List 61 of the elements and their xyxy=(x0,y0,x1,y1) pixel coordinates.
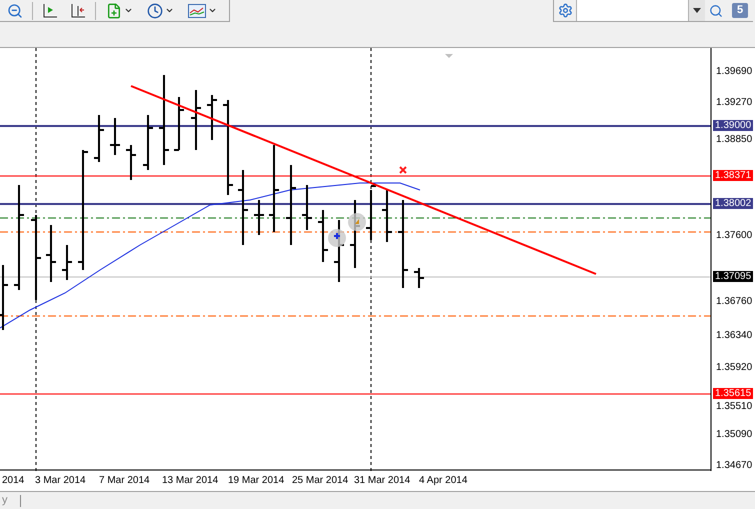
price-tick-label: 1.35090 xyxy=(716,429,752,441)
caret-icon xyxy=(165,6,174,15)
sell-marker-icon xyxy=(348,213,366,231)
price-bar xyxy=(191,90,201,150)
file-plus-icon xyxy=(106,2,122,18)
messages-button[interactable]: 5 xyxy=(727,0,753,21)
price-bar xyxy=(174,97,184,151)
price-bar xyxy=(254,200,264,235)
clock-icon xyxy=(147,2,163,18)
price-tick-label: 1.35920 xyxy=(716,362,752,374)
zoom-out-icon xyxy=(7,2,23,18)
date-label: 7 Mar 2014 xyxy=(99,475,150,487)
price-marker-label: 1.37095 xyxy=(713,271,754,282)
price-bar xyxy=(207,95,217,140)
price-bar xyxy=(143,115,153,170)
price-tick-label: 1.35510 xyxy=(716,401,752,413)
date-label: 4 Apr 2014 xyxy=(419,475,468,487)
search-icon xyxy=(709,4,723,18)
caret-icon xyxy=(693,8,701,13)
price-tick-label: 1.36760 xyxy=(716,296,752,308)
messages-badge: 5 xyxy=(732,3,748,18)
price-bar xyxy=(46,225,56,282)
price-bar xyxy=(62,245,72,280)
price-tick-label: 1.36340 xyxy=(716,330,752,342)
cross-icon xyxy=(399,166,407,174)
price-bar xyxy=(126,145,136,180)
buy-marker-icon xyxy=(328,229,346,247)
search-field[interactable] xyxy=(576,0,689,21)
date-label: 25 Mar 2014 xyxy=(292,475,348,487)
date-label: 19 Mar 2014 xyxy=(228,475,284,487)
price-bar xyxy=(110,118,120,155)
dropdown-button[interactable] xyxy=(689,0,705,21)
shift-marker-icon xyxy=(445,54,453,58)
date-label: 3 Mar 2014 xyxy=(35,475,86,487)
status-text: y xyxy=(2,493,8,508)
price-bar xyxy=(334,220,344,282)
caret-icon xyxy=(208,6,217,15)
chart-scroll-icon xyxy=(42,2,58,18)
price-bar xyxy=(302,185,312,230)
price-marker-label: 1.38371 xyxy=(713,170,754,181)
price-tick-label: 1.39270 xyxy=(716,97,752,109)
price-bar xyxy=(0,265,8,330)
caret-icon xyxy=(124,6,133,15)
price-marker-label: 1.38002 xyxy=(713,198,754,209)
price-tick-label: 1.37600 xyxy=(716,230,752,242)
price-bar xyxy=(414,268,424,288)
price-tick-label: 1.39690 xyxy=(716,66,752,78)
settings-icon xyxy=(558,3,572,18)
price-marker-label: 1.35615 xyxy=(713,388,754,399)
price-tick-label: 1.38850 xyxy=(716,134,752,146)
date-label: 13 Mar 2014 xyxy=(162,475,218,487)
price-tick-label: 1.34670 xyxy=(716,460,752,472)
date-label: 31 Mar 2014 xyxy=(354,475,410,487)
price-bar xyxy=(366,185,376,240)
price-bar xyxy=(318,210,328,262)
date-label: 2014 xyxy=(2,475,24,487)
price-marker-label: 1.39000 xyxy=(713,120,754,131)
price-bar xyxy=(382,190,392,242)
chart-shift-icon xyxy=(70,2,86,18)
chart-template-icon xyxy=(188,4,206,18)
price-bar xyxy=(94,115,104,162)
